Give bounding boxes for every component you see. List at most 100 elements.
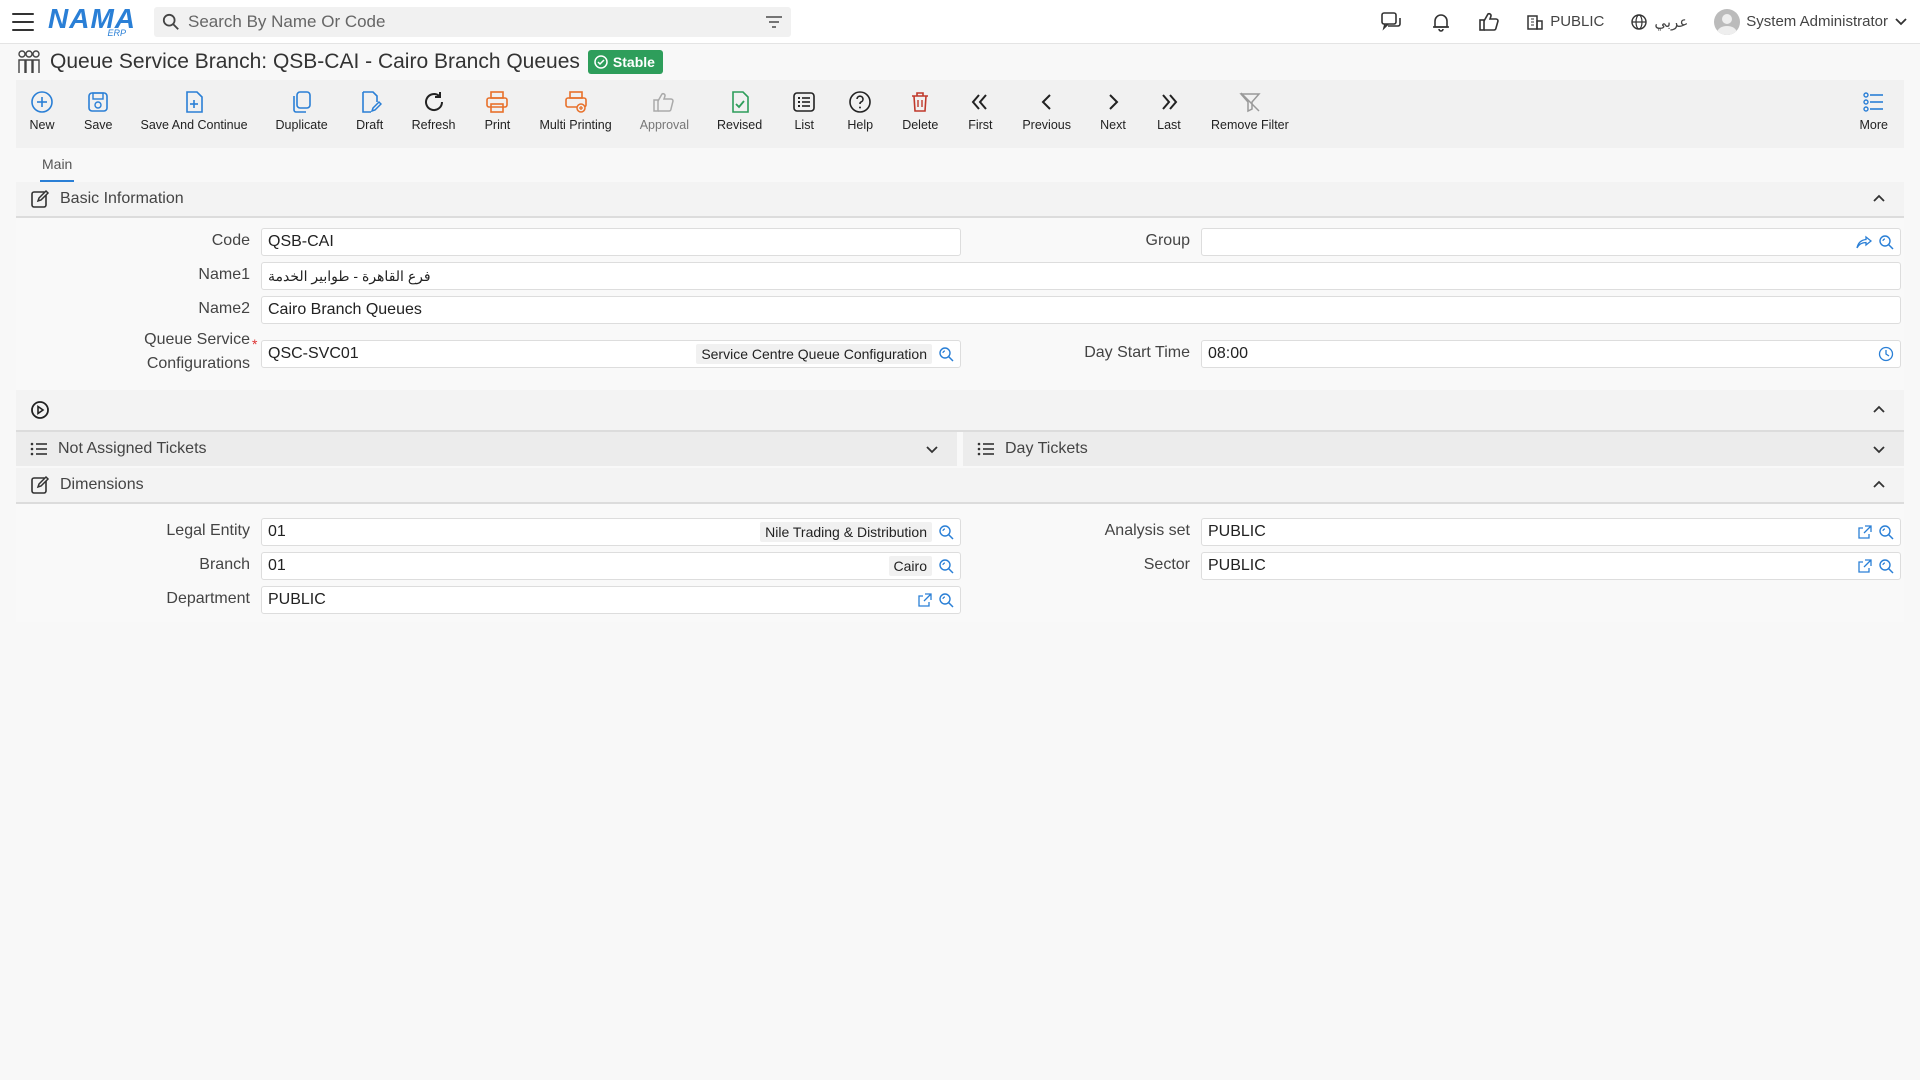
lookup-search-icon[interactable] — [1878, 524, 1894, 540]
list-label: List — [794, 118, 814, 132]
lookup-search-icon[interactable] — [938, 346, 954, 362]
refresh-icon — [424, 92, 443, 111]
draft-label: Draft — [356, 118, 384, 132]
top-bar: NAMA ERP Search By Name Or Code PUBLIC ع… — [0, 0, 1920, 44]
filter-icon[interactable] — [765, 15, 783, 29]
thumbs-up-icon — [653, 92, 675, 112]
chevron-left-icon — [1041, 94, 1051, 110]
chevron-down-icon[interactable] — [925, 445, 939, 455]
lookup-search-icon[interactable] — [938, 524, 954, 540]
basic-information-header[interactable]: Basic Information — [16, 182, 1904, 218]
new-button[interactable]: New — [28, 88, 56, 132]
group-field[interactable] — [1201, 228, 1901, 256]
delete-button[interactable]: Delete — [902, 88, 938, 132]
user-menu[interactable]: System Administrator — [1714, 8, 1908, 35]
queue-service-configurations-field[interactable]: QSC-SVC01 Service Centre Queue Configura… — [261, 340, 961, 368]
legal-entity-field[interactable]: 01 Nile Trading & Distribution — [261, 518, 961, 546]
day-start-time-value: 08:00 — [1208, 345, 1249, 362]
edit-file-icon — [361, 91, 382, 113]
company-selector[interactable]: PUBLIC — [1526, 13, 1604, 31]
lookup-search-icon[interactable] — [1878, 234, 1894, 250]
day-tickets-header[interactable]: Day Tickets — [963, 432, 1904, 466]
app-logo[interactable]: NAMA ERP — [48, 5, 136, 38]
more-button[interactable]: More — [1860, 88, 1888, 132]
user-name: System Administrator — [1746, 13, 1888, 30]
revised-button[interactable]: Revised — [717, 88, 762, 132]
sector-label: Sector — [1143, 556, 1190, 573]
double-chevron-right-icon — [1162, 94, 1178, 110]
chat-icon[interactable] — [1380, 11, 1404, 33]
day-start-time-field[interactable]: 08:00 — [1201, 340, 1901, 368]
chevron-up-icon[interactable] — [1872, 193, 1886, 203]
remove-filter-label: Remove Filter — [1210, 118, 1289, 132]
menu-icon[interactable] — [12, 12, 34, 31]
last-button[interactable]: Last — [1155, 88, 1183, 132]
previous-label: Previous — [1022, 118, 1071, 132]
queue-actions-header[interactable] — [16, 390, 1904, 432]
remove-filter-button[interactable]: Remove Filter — [1211, 88, 1289, 132]
external-link-icon[interactable] — [1857, 558, 1872, 574]
double-chevron-left-icon — [972, 94, 988, 110]
thumbs-up-icon[interactable] — [1478, 11, 1500, 33]
branch-field[interactable]: 01 Cairo — [261, 552, 961, 580]
chevron-down-icon[interactable] — [1872, 445, 1886, 455]
branch-description: Cairo — [888, 556, 932, 576]
share-icon[interactable] — [1856, 234, 1872, 250]
sector-value: PUBLIC — [1208, 557, 1266, 574]
search-icon — [162, 13, 179, 30]
basic-information-panel: Basic Information Code QSB-CAI Group Nam… — [16, 182, 1904, 622]
clock-icon[interactable] — [1878, 346, 1894, 362]
external-link-icon[interactable] — [1857, 524, 1872, 540]
chevron-up-icon[interactable] — [1872, 479, 1886, 489]
save-and-continue-button[interactable]: Save And Continue — [141, 88, 248, 132]
external-link-icon[interactable] — [917, 592, 932, 608]
copy-icon — [292, 91, 311, 113]
not-assigned-tickets-header[interactable]: Not Assigned Tickets — [16, 432, 957, 466]
save-button[interactable]: Save — [84, 88, 113, 132]
bell-icon[interactable] — [1430, 11, 1452, 33]
queue-service-configurations-label: Queue Service Configurations — [16, 328, 250, 376]
draft-button[interactable]: Draft — [356, 88, 384, 132]
list-icon — [793, 92, 816, 112]
day-tickets-title: Day Tickets — [1005, 440, 1088, 457]
filter-off-icon — [1239, 92, 1261, 113]
dimensions-header[interactable]: Dimensions — [16, 468, 1904, 504]
help-button[interactable]: Help — [846, 88, 874, 132]
branch-value: 01 — [268, 557, 286, 574]
analysis-set-field[interactable]: PUBLIC — [1201, 518, 1901, 546]
play-circle-icon[interactable] — [30, 400, 50, 420]
name2-field[interactable]: Cairo Branch Queues — [261, 296, 1901, 324]
refresh-button[interactable]: Refresh — [412, 88, 455, 132]
department-field[interactable]: PUBLIC — [261, 586, 961, 614]
print-button[interactable]: Print — [483, 88, 511, 132]
status-text: Stable — [612, 54, 655, 70]
edit-icon — [31, 475, 50, 494]
first-button[interactable]: First — [966, 88, 994, 132]
qsc-description: Service Centre Queue Configuration — [696, 344, 932, 364]
search-box[interactable]: Search By Name Or Code — [154, 6, 791, 37]
approval-button[interactable]: Approval — [640, 88, 689, 132]
lookup-search-icon[interactable] — [938, 558, 954, 574]
next-button[interactable]: Next — [1099, 88, 1127, 132]
multi-printing-button[interactable]: Multi Printing — [539, 88, 612, 132]
lookup-search-icon[interactable] — [1878, 558, 1894, 574]
name1-field[interactable]: فرع القاهرة - طوابير الخدمة — [261, 262, 1901, 290]
approval-label: Approval — [639, 118, 690, 132]
required-marker: * — [252, 336, 258, 352]
status-badge: Stable — [587, 50, 663, 74]
duplicate-button[interactable]: Duplicate — [276, 88, 328, 132]
last-label: Last — [1157, 118, 1181, 132]
next-label: Next — [1100, 118, 1126, 132]
search-input[interactable]: Search By Name Or Code — [180, 12, 765, 32]
printer-icon — [486, 91, 509, 113]
save-and-continue-label: Save And Continue — [140, 118, 248, 132]
code-field[interactable]: QSB-CAI — [261, 228, 961, 256]
tab-main[interactable]: Main — [40, 156, 75, 182]
language-selector[interactable]: عربي — [1630, 13, 1688, 31]
chevron-up-icon[interactable] — [1872, 404, 1886, 414]
list-button[interactable]: List — [790, 88, 818, 132]
not-assigned-tickets-title: Not Assigned Tickets — [58, 440, 207, 457]
lookup-search-icon[interactable] — [938, 592, 954, 608]
sector-field[interactable]: PUBLIC — [1201, 552, 1901, 580]
previous-button[interactable]: Previous — [1022, 88, 1071, 132]
